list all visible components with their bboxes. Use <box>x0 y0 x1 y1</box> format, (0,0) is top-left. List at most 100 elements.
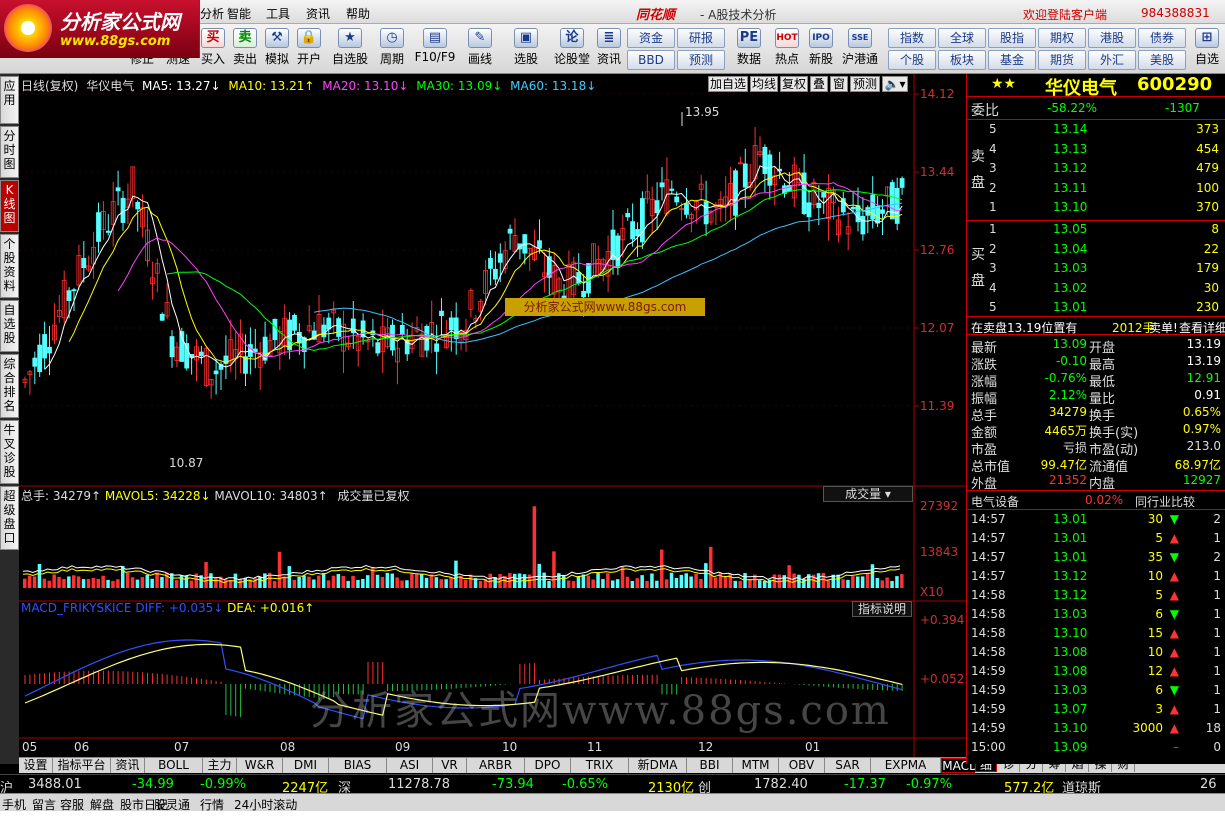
bbd-button[interactable]: BBD <box>627 50 675 70</box>
sidebar-tab-watchlist[interactable]: 自选股 <box>0 300 19 352</box>
sidebar-tab-apps[interactable]: 应用 <box>0 76 19 124</box>
indicator-tab[interactable]: ASI <box>387 758 433 773</box>
stat-value: 亏损 <box>1062 441 1087 455</box>
volume-bar <box>856 576 860 588</box>
research-button[interactable]: 研报 <box>677 28 725 48</box>
tick-volume: 30 <box>1147 512 1163 526</box>
sidebar-tab-intraday[interactable]: 分时图 <box>0 126 19 178</box>
candle-body <box>507 228 513 234</box>
indicator-tab[interactable]: 新DMA <box>629 758 687 773</box>
predict-button[interactable]: 预测 <box>850 76 880 92</box>
indicator-tab[interactable]: W&R <box>237 758 283 773</box>
period-button[interactable]: ◷ 周期 <box>374 26 410 72</box>
option-button[interactable]: 期权 <box>1038 28 1086 48</box>
sidebar-tab-ranking[interactable]: 综合排名 <box>0 354 19 418</box>
sidebar-tab-level2[interactable]: 超级盘口 <box>0 486 19 550</box>
add-watchlist-button[interactable]: 加自选 <box>708 76 748 92</box>
volume-bar <box>895 576 899 588</box>
adjust-button[interactable]: 复权 <box>780 76 808 92</box>
forecast-button[interactable]: 预测 <box>677 50 725 70</box>
volume-bar <box>807 574 811 588</box>
volume-bar <box>645 580 649 588</box>
dash-icon: – <box>1173 740 1179 754</box>
indicator-tab[interactable]: ARBR <box>467 758 525 773</box>
forex-button[interactable]: 外汇 <box>1088 50 1136 70</box>
open-account-button[interactable]: 🔒 开户 <box>294 26 324 72</box>
indicator-tab[interactable]: SAR <box>825 758 871 773</box>
simulate-button[interactable]: ⚒ 模拟 <box>262 26 292 72</box>
indicator-tab[interactable]: 主力 <box>203 758 237 773</box>
hk-connect-button[interactable]: SSE 沪港通 <box>838 26 882 72</box>
period-label[interactable]: 日线(复权) <box>21 79 78 93</box>
indicator-tab[interactable]: 指标平台 <box>53 758 111 773</box>
fund-button[interactable]: 资金 <box>627 28 675 48</box>
screen-button[interactable]: ▣ 选股 <box>508 26 544 72</box>
indicator-tab[interactable]: OBV <box>779 758 825 773</box>
fund-market-button[interactable]: 基金 <box>988 50 1036 70</box>
ipo-button[interactable]: IPO 新股 <box>806 26 836 72</box>
volume-bar <box>228 580 233 588</box>
welcome-link[interactable]: 欢迎登陆客户端 <box>1023 6 1107 23</box>
indicator-tab[interactable]: VR <box>433 758 467 773</box>
indicator-selector[interactable]: 成交量 ▾ <box>823 486 913 502</box>
menu-info[interactable]: 资讯 <box>306 5 330 22</box>
bond-button[interactable]: 债券 <box>1138 28 1186 48</box>
menu-help[interactable]: 帮助 <box>346 5 370 22</box>
buy-row-volume: 230 <box>1196 300 1219 314</box>
volume-axis-1: 27392 <box>920 499 959 513</box>
lock-icon: 🔒 <box>297 28 321 48</box>
indicator-tab[interactable]: TRIX <box>571 758 629 773</box>
menu-smart[interactable]: 智能 <box>227 5 251 22</box>
watchlist-button[interactable]: ★ 自选股 <box>330 26 370 72</box>
forum-button[interactable]: 论论股堂 <box>552 26 592 72</box>
indicator-tab[interactable]: DMI <box>283 758 329 773</box>
indicator-tab[interactable]: MTM <box>733 758 779 773</box>
ma-button[interactable]: 均线 <box>750 76 778 92</box>
volume-bar <box>214 578 218 588</box>
hot-button[interactable]: HOT 热点 <box>770 26 804 72</box>
news-button[interactable]: ≣ 资讯 <box>594 26 624 72</box>
window-button[interactable]: 窗 <box>830 76 848 92</box>
kline-chart-area[interactable]: 13.95 10.87 <box>19 74 966 757</box>
indicator-tab[interactable]: BIAS <box>329 758 387 773</box>
draw-button[interactable]: ✎ 画线 <box>462 26 498 72</box>
sidebar-tab-profile[interactable]: 个股资料 <box>0 234 19 298</box>
industry-name[interactable]: 电气设备 <box>971 493 1019 510</box>
us-stock-button[interactable]: 美股 <box>1138 50 1186 70</box>
single-stock-button[interactable]: 个股 <box>888 50 936 70</box>
f10-button[interactable]: ▤ F10/F9 <box>414 26 456 72</box>
futures-button[interactable]: 期货 <box>1038 50 1086 70</box>
sector-button[interactable]: 板块 <box>938 50 986 70</box>
sell-button[interactable]: 卖卖出 <box>230 26 260 72</box>
volume-bar <box>606 573 610 588</box>
sz-change: -73.94 <box>492 777 534 792</box>
indicator-tab[interactable]: BOLL <box>145 758 203 773</box>
stock-index-button[interactable]: 股指 <box>988 28 1036 48</box>
volume-bar <box>611 580 615 588</box>
custom-button[interactable]: ⊞ 自选 <box>1192 26 1222 72</box>
global-button[interactable]: 全球 <box>938 28 986 48</box>
industry-compare-link[interactable]: 同行业比较 <box>1135 493 1195 510</box>
speaker-icon[interactable]: 🔈▾ <box>882 76 908 92</box>
indicator-tab[interactable]: EXPMA <box>871 758 941 773</box>
indicator-tab[interactable]: 设置 <box>19 758 53 773</box>
candle-body <box>96 212 101 242</box>
menu-tools[interactable]: 工具 <box>266 5 290 22</box>
price-axis-2: 13.44 <box>920 165 955 179</box>
volume-bar <box>640 575 644 588</box>
index-button[interactable]: 指数 <box>888 28 936 48</box>
menu-analysis[interactable]: 分析 <box>200 5 224 22</box>
hk-stock-button[interactable]: 港股 <box>1088 28 1136 48</box>
volume-bar <box>356 579 360 588</box>
indicator-tab[interactable]: BBI <box>687 758 733 773</box>
overlay-button[interactable]: 叠 <box>810 76 828 92</box>
indicator-tab[interactable]: DPO <box>525 758 571 773</box>
data-button[interactable]: PE 数据 <box>732 26 766 72</box>
indicator-tab[interactable]: 资讯 <box>111 758 145 773</box>
month-label: 07 <box>174 740 190 754</box>
candle-body <box>336 318 342 337</box>
sidebar-tab-diagnosis[interactable]: 牛叉诊股 <box>0 420 19 484</box>
buy-button[interactable]: 买买入 <box>198 26 228 72</box>
sidebar-tab-kline[interactable]: K线图 <box>0 180 19 232</box>
indicator-help-button[interactable]: 指标说明 <box>852 601 912 617</box>
